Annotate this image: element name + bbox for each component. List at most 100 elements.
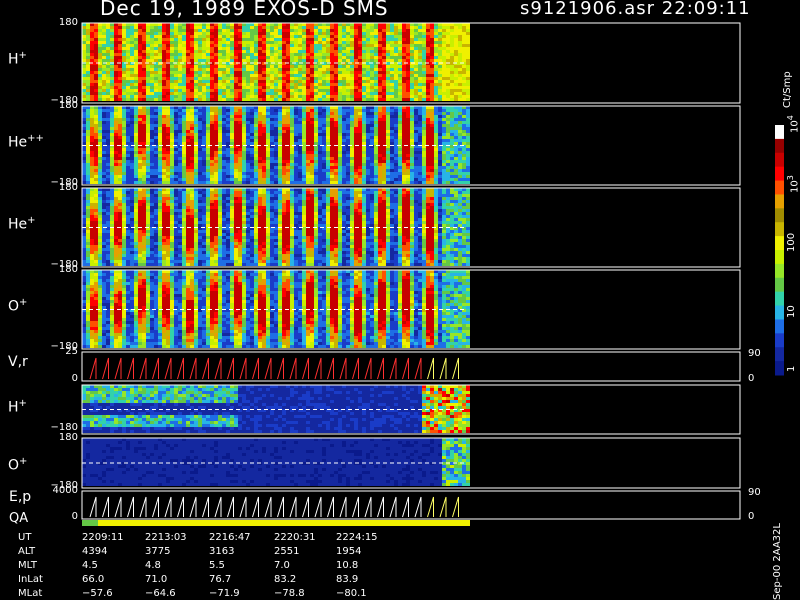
spectrogram-cell (262, 112, 266, 115)
spectrogram-cell (110, 127, 114, 130)
spectrogram-cell (206, 124, 210, 127)
spectrogram-cell (362, 157, 366, 160)
spectrogram-cell (122, 115, 126, 118)
spectrogram-cell (354, 71, 358, 74)
spectrogram-cell (198, 56, 202, 59)
spectrogram-cell (390, 121, 394, 124)
spectrogram-cell (290, 29, 294, 32)
spectrogram-cell (122, 35, 126, 38)
spectrogram-cell (226, 98, 230, 101)
spectrogram-cell (254, 68, 258, 71)
spectrogram-cell (102, 92, 106, 95)
spectrogram-cell (414, 41, 418, 44)
spectrogram-cell (358, 95, 362, 98)
spectrogram-cell (330, 68, 334, 71)
spectrogram-cell (458, 83, 462, 86)
spectrogram-cell (250, 68, 254, 71)
spectrogram-cell (226, 157, 230, 160)
spectrogram-cell (298, 157, 302, 160)
spectrogram-cell (210, 56, 214, 59)
spectrogram-cell (170, 151, 174, 154)
spectrogram-cell (110, 118, 114, 121)
spectrogram-cell (278, 115, 282, 118)
spectrogram-cell (166, 148, 170, 151)
spectrogram-cell (386, 32, 390, 35)
spectrogram-cell (286, 86, 290, 89)
spectrogram-cell (194, 109, 198, 112)
spectrogram-cell (306, 59, 310, 62)
spectrogram-cell (434, 175, 438, 178)
spectrogram-cell (418, 74, 422, 77)
spectrogram-svg (81, 22, 784, 526)
spectrogram-cell (434, 92, 438, 95)
spectrogram-cell (258, 157, 262, 160)
spectrogram-cell (338, 160, 342, 163)
spectrogram-cell (202, 68, 206, 71)
spectrogram-cell (386, 38, 390, 41)
spectrogram-cell (350, 127, 354, 130)
spectrogram-cell (282, 166, 286, 169)
spectrogram-cell (318, 133, 322, 136)
spectrogram-cell (194, 98, 198, 101)
spectrogram-cell (298, 169, 302, 172)
spectrogram-cell (258, 172, 262, 175)
spectrogram-cell (214, 178, 218, 181)
spectrogram-cell (230, 112, 234, 115)
spectrogram-cell (286, 56, 290, 59)
spectrogram-cell (390, 163, 394, 166)
spectrogram-cell (398, 163, 402, 166)
spectrogram-cell (346, 175, 350, 178)
spectrogram-cell (246, 160, 250, 163)
spectrogram-cell (106, 95, 110, 98)
spectrogram-cell (246, 38, 250, 41)
spectrogram-cell (130, 178, 134, 181)
spectrogram-cell (266, 175, 270, 178)
spectrogram-cell (122, 124, 126, 127)
spectrogram-cell (90, 95, 94, 98)
spectrogram-cell (286, 133, 290, 136)
spectrogram-cell (294, 44, 298, 47)
spectrogram-cell (194, 160, 198, 163)
spectrogram-cell (170, 130, 174, 133)
spectrogram-cell (294, 151, 298, 154)
spectrogram-cell (230, 98, 234, 101)
spectrogram-cell (142, 178, 146, 181)
spectrogram-cell (206, 172, 210, 175)
spectrogram-cell (214, 160, 218, 163)
spectrogram-cell (158, 181, 162, 184)
spectrogram-cell (154, 172, 158, 175)
spectrogram-cell (246, 127, 250, 130)
spectrogram-cell (190, 130, 194, 133)
spectrogram-cell (134, 56, 138, 59)
spectrogram-cell (426, 142, 430, 145)
spectrogram-cell (250, 142, 254, 145)
spectrogram-cell (266, 68, 270, 71)
spectrogram-cell (146, 59, 150, 62)
spectrogram-cell (370, 127, 374, 130)
spectrogram-cell (86, 35, 90, 38)
spectrogram-cell (174, 166, 178, 169)
spectrogram-cell (134, 68, 138, 71)
spectrogram-cell (138, 80, 142, 83)
spectrogram-cell (458, 50, 462, 53)
spectrogram-cell (238, 121, 242, 124)
spectrogram-cell (86, 89, 90, 92)
spectrogram-cell (246, 136, 250, 139)
spectrogram-cell (130, 157, 134, 160)
spectrogram-cell (118, 80, 122, 83)
spectrogram-cell (302, 133, 306, 136)
spectrogram-cell (302, 160, 306, 163)
spectrogram-cell (122, 65, 126, 68)
spectrogram-cell (150, 169, 154, 172)
spectrogram-cell (94, 71, 98, 74)
spectrogram-cell (426, 109, 430, 112)
spectrogram-cell (386, 53, 390, 56)
spectrogram-cell (462, 44, 466, 47)
spectrogram-cell (266, 47, 270, 50)
spectrogram-cell (238, 92, 242, 95)
spectrogram-cell (166, 118, 170, 121)
spectrogram-cell (82, 109, 86, 112)
spectrogram-cell (338, 92, 342, 95)
spectrogram-cell (210, 181, 214, 184)
spectrogram-cell (118, 95, 122, 98)
